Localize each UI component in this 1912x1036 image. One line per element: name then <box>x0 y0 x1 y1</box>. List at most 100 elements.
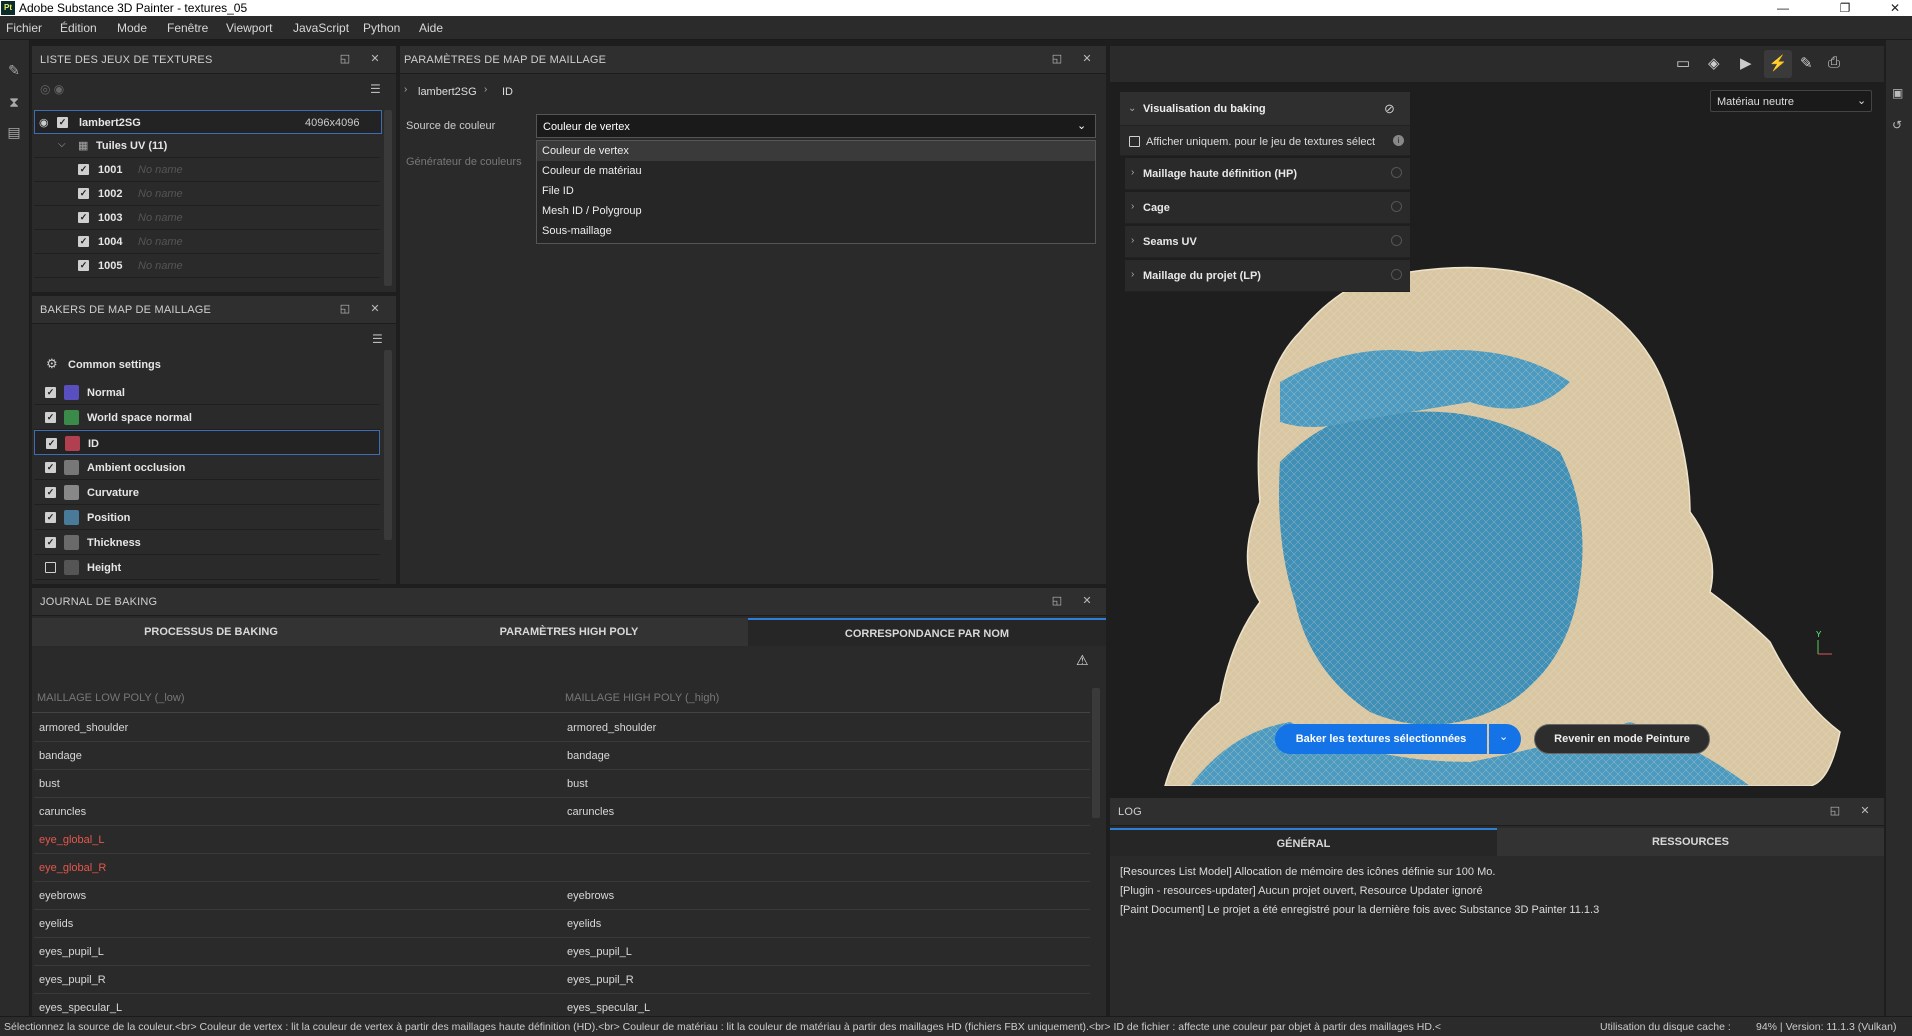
dropdown-option[interactable]: File ID <box>537 181 1095 201</box>
baker-checkbox[interactable]: ✓ <box>45 512 56 523</box>
baker-row-ambient-occlusion[interactable]: ✓ Ambient occlusion <box>34 455 380 480</box>
reset-icon[interactable] <box>1391 167 1402 178</box>
close-window-button[interactable]: ✕ <box>1880 0 1910 16</box>
breadcrumb-baker[interactable]: ID <box>502 86 513 98</box>
baker-row-curvature[interactable]: ✓ Curvature <box>34 480 380 505</box>
tab-high-poly-params[interactable]: PARAMÈTRES HIGH POLY <box>390 618 748 646</box>
baker-checkbox[interactable]: ✓ <box>46 438 57 449</box>
udim-tile-row[interactable]: ✓ 1003 No name <box>34 206 380 230</box>
material-select[interactable]: Matériau neutre ⌄ <box>1710 90 1872 112</box>
baking-vis-checkbox-row[interactable]: Afficher uniquem. pour le jeu de texture… <box>1120 126 1410 156</box>
common-settings-label[interactable]: Common settings <box>68 359 161 371</box>
hourglass-icon[interactable]: ⧗ <box>6 94 22 110</box>
tab-name-matching[interactable]: CORRESPONDANCE PAR NOM <box>748 618 1106 646</box>
close-panel-icon[interactable]: ✕ <box>1080 52 1094 66</box>
close-panel-icon[interactable]: ✕ <box>368 302 382 316</box>
eye-off-icon[interactable]: ⊘ <box>1384 101 1395 117</box>
udim-tile-row[interactable]: ✓ 1005 No name <box>34 254 380 278</box>
close-panel-icon[interactable]: ✕ <box>368 52 382 66</box>
minimize-button[interactable]: — <box>1768 0 1798 16</box>
baking-vis-checkbox[interactable] <box>1129 136 1140 147</box>
reset-icon[interactable] <box>1391 235 1402 246</box>
display-settings-icon[interactable]: ▣ <box>1892 86 1903 100</box>
tile-checkbox[interactable]: ✓ <box>78 188 89 199</box>
dropdown-option[interactable]: Couleur de matériau <box>537 161 1095 181</box>
maximize-button[interactable]: ❐ <box>1830 0 1860 16</box>
baker-checkbox[interactable]: ✓ <box>45 487 56 498</box>
udim-tile-row[interactable]: ✓ 1002 No name <box>34 182 380 206</box>
tile-checkbox[interactable]: ✓ <box>78 164 89 175</box>
tile-checkbox[interactable]: ✓ <box>78 236 89 247</box>
texture-set-row[interactable]: ◉ ✓ lambert2SG 4096x4096 <box>34 110 382 134</box>
tile-checkbox[interactable]: ✓ <box>78 260 89 271</box>
history-icon[interactable]: ↺ <box>1892 118 1902 132</box>
float-panel-icon[interactable]: ◱ <box>1050 594 1064 608</box>
udim-tile-row[interactable]: ✓ 1001 No name <box>34 158 380 182</box>
udim-group-row[interactable]: ⌵ ▦ Tuiles UV (11) <box>34 134 380 158</box>
paint-mode-button[interactable]: Revenir en mode Peinture <box>1534 724 1710 754</box>
source-select[interactable]: Couleur de vertex ⌄ <box>536 114 1096 138</box>
journal-scrollbar[interactable] <box>1092 688 1100 818</box>
menu-fichier[interactable]: Fichier <box>6 21 42 35</box>
texture-set-checkbox[interactable]: ✓ <box>57 117 68 128</box>
breadcrumb-texture-set[interactable]: lambert2SG <box>418 86 477 98</box>
menu-mode[interactable]: Mode <box>117 21 147 35</box>
chevron-right-icon[interactable]: › <box>1131 235 1134 246</box>
eye-off-icon[interactable]: ◎ ◉ <box>40 82 64 96</box>
bake-button[interactable]: Baker les textures sélectionnées <box>1275 724 1487 754</box>
tab-baking-process[interactable]: PROCESSUS DE BAKING <box>32 618 390 646</box>
tile-checkbox[interactable]: ✓ <box>78 212 89 223</box>
baker-row-world-space-normal[interactable]: ✓ World space normal <box>34 405 380 430</box>
rectangle-select-icon[interactable]: ▭ <box>1676 54 1690 72</box>
baker-checkbox[interactable]: ✓ <box>45 412 56 423</box>
chevron-down-icon[interactable]: ⌵ <box>58 139 66 150</box>
baking-vis-section[interactable]: › Seams UV <box>1125 226 1410 258</box>
camera-icon[interactable]: ⎙ <box>1828 54 1840 71</box>
float-panel-icon[interactable]: ◱ <box>1828 804 1842 818</box>
close-panel-icon[interactable]: ✕ <box>1858 804 1872 818</box>
baker-row-id[interactable]: ✓ ID <box>34 430 380 455</box>
chevron-right-icon[interactable]: › <box>1131 167 1134 178</box>
baking-vis-header[interactable]: ⌄ Visualisation du baking ⊘ <box>1120 92 1410 126</box>
eye-icon[interactable]: ◉ <box>39 116 49 129</box>
chevron-down-icon[interactable]: ⌄ <box>1128 103 1136 114</box>
float-panel-icon[interactable]: ◱ <box>1050 52 1064 66</box>
bake-mode-icon[interactable]: ⚡ <box>1764 50 1792 78</box>
baking-vis-section[interactable]: › Cage <box>1125 192 1410 224</box>
chevron-right-icon[interactable]: › <box>1131 201 1134 212</box>
chevron-down-icon[interactable]: ⌄ <box>1077 119 1086 132</box>
tab-general[interactable]: GÉNÉRAL <box>1110 828 1497 856</box>
baking-vis-section[interactable]: › Maillage haute définition (HP) <box>1125 158 1410 190</box>
baking-vis-section[interactable]: › Maillage du projet (LP) <box>1125 260 1410 292</box>
info-icon[interactable]: i <box>1393 135 1404 146</box>
close-panel-icon[interactable]: ✕ <box>1080 594 1094 608</box>
baker-checkbox[interactable] <box>45 562 56 573</box>
reset-icon[interactable] <box>1391 201 1402 212</box>
menu-python[interactable]: Python <box>363 21 400 35</box>
baker-row-position[interactable]: ✓ Position <box>34 505 380 530</box>
texture-set-scrollbar[interactable] <box>384 110 392 286</box>
baker-checkbox[interactable]: ✓ <box>45 462 56 473</box>
cube-icon[interactable]: ◈ <box>1708 54 1720 72</box>
menu-lines-icon[interactable]: ☰ <box>372 332 383 346</box>
baker-row-height[interactable]: Height <box>34 555 380 580</box>
baker-checkbox[interactable]: ✓ <box>45 537 56 548</box>
reset-icon[interactable] <box>1391 269 1402 280</box>
dropdown-option[interactable]: Couleur de vertex <box>537 141 1095 161</box>
baker-checkbox[interactable]: ✓ <box>45 387 56 398</box>
menu-edition[interactable]: Édition <box>60 21 97 35</box>
menu-viewport[interactable]: Viewport <box>226 21 272 35</box>
bakers-scrollbar[interactable] <box>384 350 392 540</box>
dropdown-option[interactable]: Mesh ID / Polygroup <box>537 201 1095 221</box>
paint-brush-icon[interactable]: ✎ <box>1800 54 1813 72</box>
dropdown-option[interactable]: Sous-maillage <box>537 221 1095 241</box>
camera-video-icon[interactable]: ▶ <box>1740 54 1752 72</box>
menu-lines-icon[interactable]: ☰ <box>370 82 381 96</box>
float-panel-icon[interactable]: ◱ <box>338 52 352 66</box>
menu-javascript[interactable]: JavaScript <box>293 21 349 35</box>
float-panel-icon[interactable]: ◱ <box>338 302 352 316</box>
tab-resources[interactable]: RESSOURCES <box>1497 828 1884 856</box>
menu-fenetre[interactable]: Fenêtre <box>167 21 208 35</box>
brush-tool-icon[interactable]: ✎ <box>6 62 22 78</box>
menu-aide[interactable]: Aide <box>419 21 443 35</box>
